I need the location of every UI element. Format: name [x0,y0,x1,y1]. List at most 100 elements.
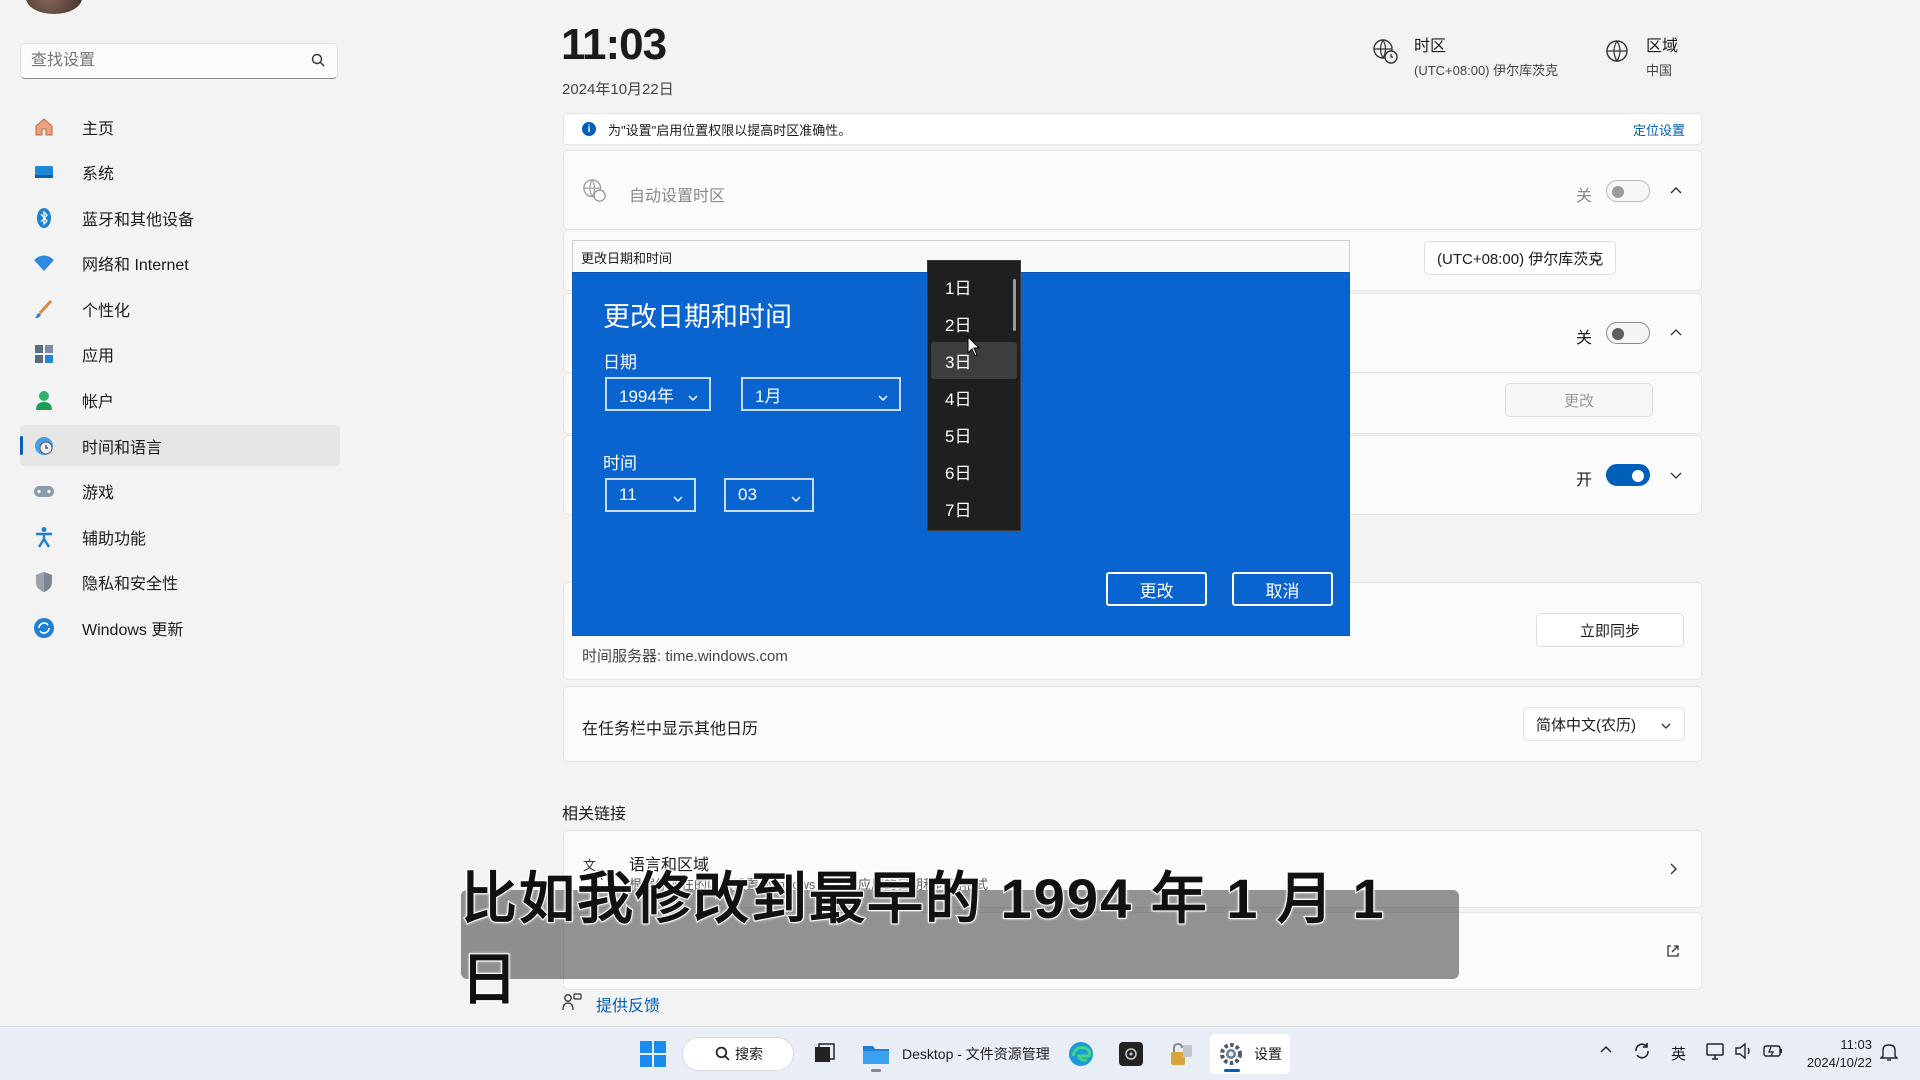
day-dropdown-list[interactable]: 1日 2日 3日 4日 5日 6日 7日 [927,260,1021,531]
day-option[interactable]: 4日 [931,379,1017,416]
active-indicator [1224,1069,1240,1072]
location-settings-link[interactable]: 定位设置 [1633,120,1685,139]
avatar[interactable] [26,0,82,14]
sidebar-item-personalization[interactable]: 个性化 [20,288,340,329]
taskbar-clock[interactable]: 11:03 2024/10/22 [1807,1036,1872,1072]
change-datetime-button[interactable]: 更改 [1505,383,1653,417]
sidebar-item-label: 系统 [82,166,115,184]
sidebar-nav: 主页 系统 蓝牙和其他设备 网络和 Internet 个性化 应用 帐户 时间和… [20,106,340,653]
settings-label: 设置 [1254,1046,1282,1062]
time-server-text: 时间服务器: time.windows.com [582,648,788,665]
other-calendar-value: 简体中文(农历) [1536,716,1636,734]
sidebar-item-bluetooth[interactable]: 蓝牙和其他设备 [20,197,340,238]
other-calendar-dropdown[interactable]: 简体中文(农历) [1523,707,1685,741]
gamepad-icon [32,479,56,503]
taskbar-edge[interactable] [1060,1034,1102,1074]
day-option[interactable]: 1日 [931,268,1017,305]
network-tray-icon[interactable] [1705,1041,1725,1065]
day-option[interactable]: 7日 [931,490,1017,527]
search-icon[interactable] [311,53,325,72]
sidebar-item-accessibility[interactable]: 辅助功能 [20,516,340,557]
taskbar-app-camera[interactable] [1110,1034,1152,1074]
mouse-cursor-icon [967,335,981,363]
sidebar-item-home[interactable]: 主页 [20,106,340,147]
apps-icon [32,342,56,366]
taskbar-search[interactable]: 搜索 [682,1037,794,1071]
sidebar-item-gaming[interactable]: 游戏 [20,471,340,512]
taskbar-search-label: 搜索 [735,1046,763,1062]
chevron-up-icon[interactable] [1669,184,1683,198]
external-link-icon [1665,943,1681,964]
chevron-down-icon [877,389,889,409]
day-option[interactable]: 6日 [931,453,1017,490]
start-button[interactable] [632,1034,674,1074]
day-option[interactable]: 5日 [931,416,1017,453]
shield-icon [32,570,56,594]
taskbar-date: 2024/10/22 [1806,1055,1872,1070]
globe-icon [1604,38,1632,66]
settings-search-box[interactable] [20,43,338,79]
sidebar-item-label: 辅助功能 [82,530,147,548]
dialog-ok-button[interactable]: 更改 [1106,572,1207,606]
chevron-up-icon[interactable] [1599,1043,1613,1061]
year-select[interactable]: 1994年 [605,377,711,411]
sidebar-item-label: 时间和语言 [82,439,163,457]
sidebar-item-accounts[interactable]: 帐户 [20,380,340,421]
home-icon [32,115,56,139]
explorer-label: Desktop - 文件资源管理 [902,1046,1050,1062]
sidebar-item-label: Windows 更新 [82,622,184,640]
year-value: 1994年 [619,386,674,406]
auto-timezone-label: 自动设置时区 [629,188,726,205]
accessibility-icon [32,525,56,549]
ime-indicator[interactable]: 英 [1671,1043,1686,1064]
taskbar-app-lock[interactable] [1160,1034,1202,1074]
region-value: 中国 [1646,63,1673,78]
auto-time-toggle[interactable] [1606,322,1650,344]
bluetooth-icon [32,206,56,230]
sidebar-item-apps[interactable]: 应用 [20,334,340,375]
chevron-down-icon[interactable] [1669,468,1683,482]
running-indicator [871,1069,881,1072]
location-info-bar: i 为"设置"启用位置权限以提高时区准确性。 定位设置 [563,113,1702,145]
chevron-up-icon[interactable] [1669,326,1683,340]
auto-timezone-toggle[interactable] [1606,180,1650,202]
search-input[interactable] [31,51,301,71]
clock-globe-icon [32,434,56,458]
month-select[interactable]: 1月 [741,377,901,411]
day-list-scrollbar[interactable] [1013,279,1016,331]
sidebar-item-network[interactable]: 网络和 Internet [20,243,340,284]
sync-now-button[interactable]: 立即同步 [1536,613,1684,647]
chevron-down-icon [672,490,684,510]
taskbar-explorer[interactable]: Desktop - 文件资源管理 [858,1034,1050,1074]
info-icon: i [582,122,596,136]
month-value: 1月 [755,386,782,406]
minute-select[interactable]: 03 [724,478,814,512]
dialog-heading: 更改日期和时间 [603,302,792,332]
notification-bell-icon[interactable] [1879,1042,1899,1066]
minute-value: 03 [738,485,757,504]
hour-value: 11 [619,485,637,504]
sidebar-item-time-language[interactable]: 时间和语言 [20,425,340,467]
dialog-cancel-button[interactable]: 取消 [1232,572,1333,606]
battery-icon[interactable] [1762,1041,1784,1065]
timezone-value: (UTC+08:00) 伊尔库茨克 [1414,63,1559,78]
time-label: 时间 [603,454,637,473]
sidebar-item-system[interactable]: 系统 [20,152,340,193]
chevron-down-icon [1591,253,1603,270]
monitor-icon [32,160,56,184]
gear-icon [1220,1043,1242,1065]
date-label: 日期 [603,353,637,372]
camera-app-icon [1119,1042,1143,1066]
sidebar-item-label: 游戏 [82,485,115,503]
timezone-auto-icon [582,178,608,209]
dst-toggle[interactable] [1606,464,1650,486]
taskbar-settings[interactable]: 设置 [1210,1034,1290,1074]
hour-select[interactable]: 11 [605,478,696,512]
timezone-dropdown[interactable]: (UTC+08:00) 伊尔库茨克 [1424,241,1616,275]
sync-tray-icon[interactable] [1632,1041,1652,1065]
sidebar-item-privacy[interactable]: 隐私和安全性 [20,562,340,603]
task-view-button[interactable] [804,1034,844,1074]
sidebar-item-windows-update[interactable]: Windows 更新 [20,608,340,649]
taskbar-time: 11:03 [1840,1037,1872,1052]
volume-icon[interactable] [1734,1041,1754,1065]
